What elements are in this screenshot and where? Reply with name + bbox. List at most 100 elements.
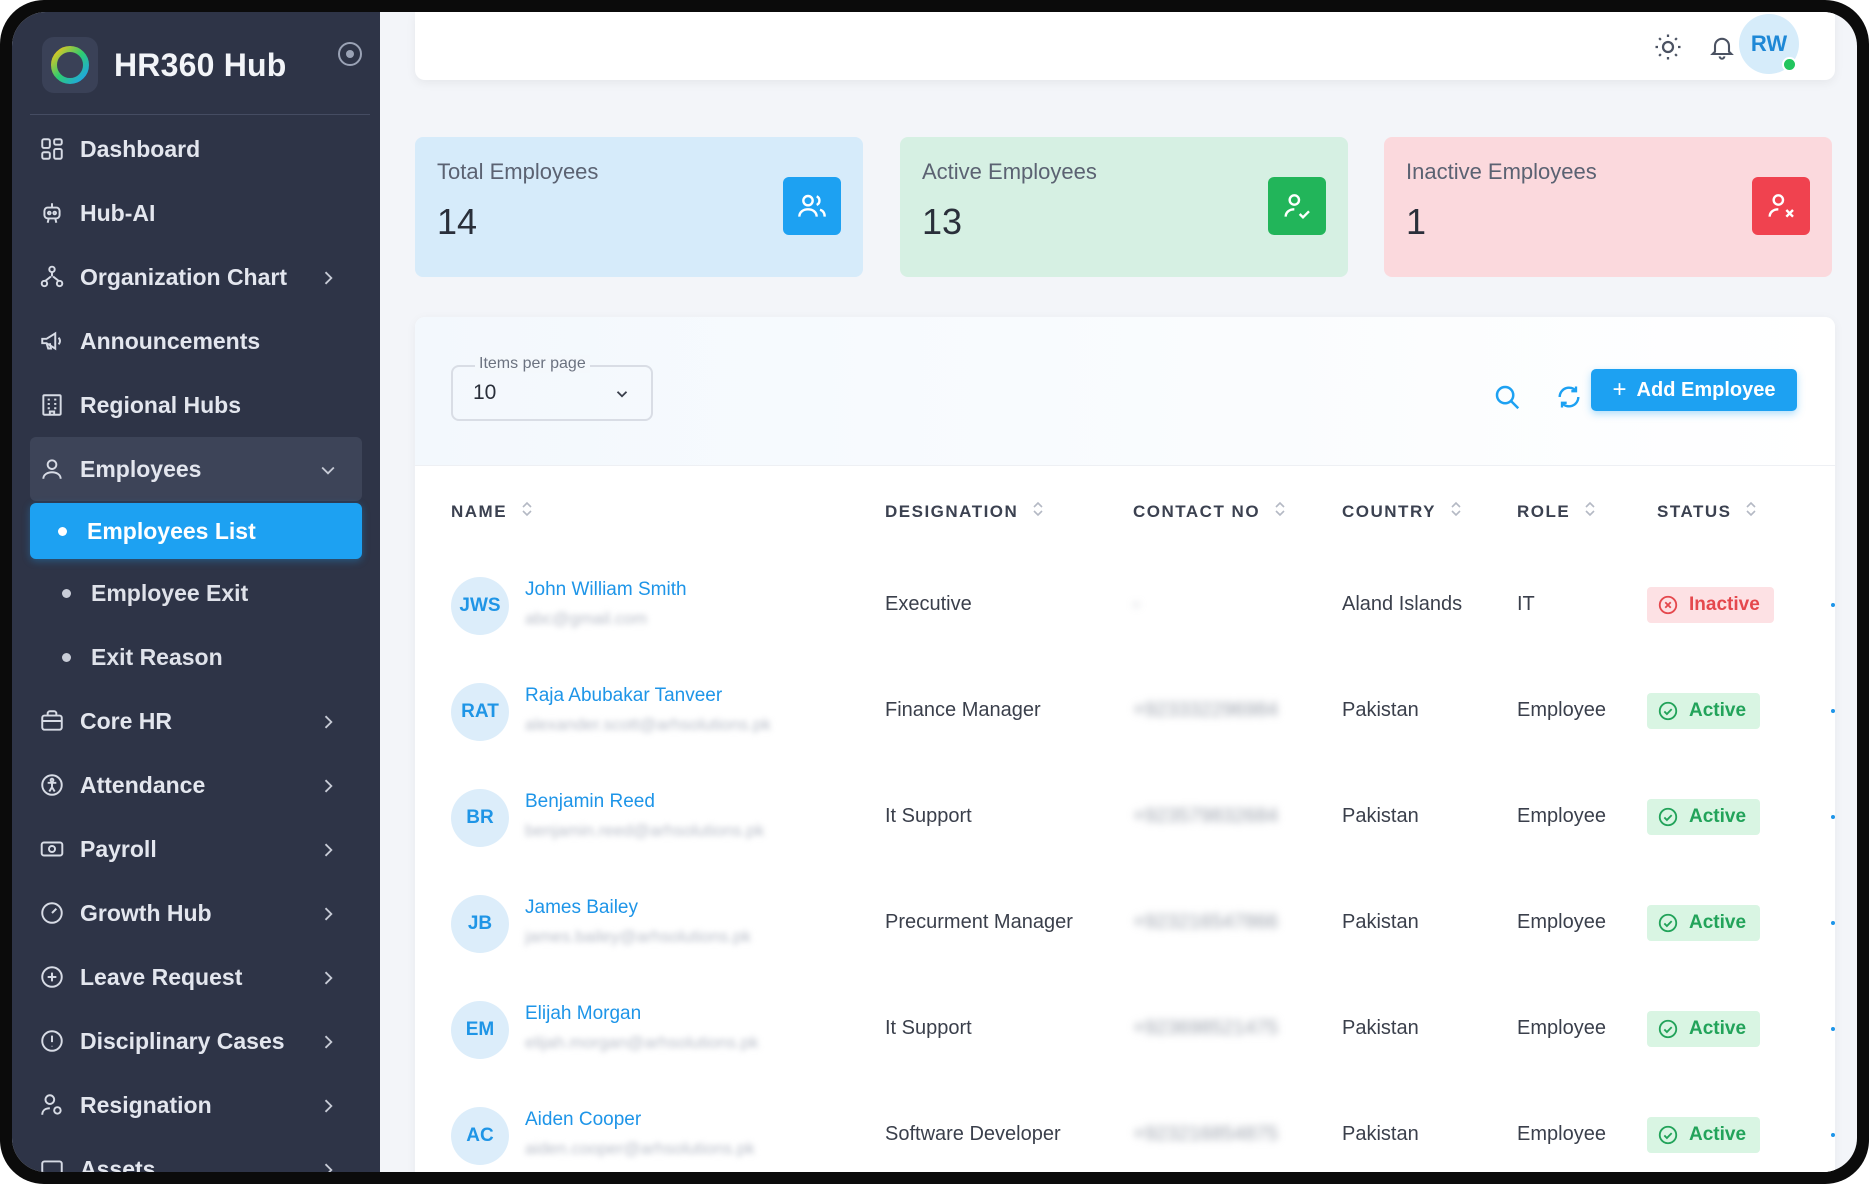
employee-name-link[interactable]: Benjamin Reed: [525, 791, 655, 813]
contact-cell: +923698521475: [1133, 1017, 1279, 1039]
employee-email: abc@gmail.com: [525, 609, 648, 628]
status-badge: Active: [1647, 1011, 1761, 1047]
role-cell: Employee: [1517, 699, 1606, 721]
refresh-icon[interactable]: [1552, 380, 1586, 414]
check-circle-icon: [1658, 913, 1678, 933]
plus-icon: +: [1612, 376, 1627, 403]
user-check-icon: [1268, 177, 1326, 235]
sort-icon[interactable]: [1274, 500, 1286, 523]
dashboard-icon: [38, 135, 66, 163]
sidebar-item-payroll[interactable]: Payroll: [12, 817, 380, 881]
user-icon: [38, 455, 66, 483]
sidebar-item-regional-hubs[interactable]: Regional Hubs: [12, 373, 380, 437]
accessibility-icon: [38, 771, 66, 799]
column-header-country[interactable]: COUNTRY: [1342, 500, 1462, 523]
chevron-right-icon: [318, 903, 338, 930]
table-row[interactable]: JB James Bailey james.bailey@arhsolution…: [415, 869, 1835, 977]
table-row[interactable]: RAT Raja Abubakar Tanveer alexander.scot…: [415, 657, 1835, 765]
row-overflow-indicator: [1831, 815, 1835, 819]
table-toolbar: Items per page 10 + Add Employee: [415, 317, 1835, 465]
chevron-right-icon: [318, 1159, 338, 1172]
sun-icon[interactable]: [1651, 30, 1685, 64]
employee-avatar: AC: [451, 1107, 509, 1165]
employee-avatar: RAT: [451, 683, 509, 741]
items-per-page-select[interactable]: Items per page 10: [451, 355, 653, 421]
sidebar-subitem-employee-exit[interactable]: Employee Exit: [12, 561, 380, 625]
brand[interactable]: HR360 Hub: [30, 22, 375, 108]
sidebar-item-dashboard[interactable]: Dashboard: [12, 117, 380, 181]
employee-avatar: BR: [451, 789, 509, 847]
sidebar-item-attendance[interactable]: Attendance: [12, 753, 380, 817]
sort-icon[interactable]: [1745, 500, 1757, 523]
column-header-status[interactable]: STATUS: [1657, 500, 1757, 523]
search-icon[interactable]: [1490, 380, 1524, 414]
user-avatar[interactable]: RW: [1739, 14, 1799, 74]
column-header-designation[interactable]: DESIGNATION: [885, 500, 1044, 523]
stat-label: Inactive Employees: [1406, 159, 1597, 184]
sort-icon[interactable]: [1032, 500, 1044, 523]
sidebar-item-leave-request[interactable]: Leave Request: [12, 945, 380, 1009]
sidebar-item-organization-chart[interactable]: Organization Chart: [12, 245, 380, 309]
employee-name-link[interactable]: Elijah Morgan: [525, 1003, 641, 1025]
sidebar-subitem-employees-list[interactable]: Employees List: [30, 503, 362, 559]
employee-avatar: EM: [451, 1001, 509, 1059]
sidebar-item-disciplinary-cases[interactable]: Disciplinary Cases: [12, 1009, 380, 1073]
sidebar-item-employees[interactable]: Employees: [30, 437, 362, 501]
status-badge: Active: [1647, 693, 1761, 729]
user-x-icon: [1752, 177, 1810, 235]
contact-cell: +923216854875: [1133, 1123, 1279, 1145]
column-header-role[interactable]: ROLE: [1517, 500, 1596, 523]
briefcase-icon: [38, 707, 66, 735]
employee-name-link[interactable]: Aiden Cooper: [525, 1109, 641, 1131]
row-overflow-indicator: [1831, 603, 1835, 607]
sidebar-item-core-hr[interactable]: Core HR: [12, 689, 380, 753]
table-row[interactable]: EM Elijah Morgan elijah.morgan@arhsoluti…: [415, 975, 1835, 1083]
column-header-contact-no[interactable]: CONTACT NO: [1133, 500, 1286, 523]
stat-value: 1: [1406, 201, 1427, 242]
employee-email: elijah.morgan@arhsolutions.pk: [525, 1033, 759, 1052]
divider: [30, 114, 370, 115]
sort-icon[interactable]: [1450, 500, 1462, 523]
chevron-right-icon: [318, 839, 338, 866]
robot-icon: [38, 199, 66, 227]
column-header-name[interactable]: NAME: [451, 500, 533, 523]
country-cell: Pakistan: [1342, 699, 1419, 721]
sidebar-item-resignation[interactable]: Resignation: [12, 1073, 380, 1137]
sidebar-subitem-exit-reason[interactable]: Exit Reason: [12, 625, 380, 689]
employee-name-link[interactable]: Raja Abubakar Tanveer: [525, 685, 722, 707]
sort-icon[interactable]: [1584, 500, 1596, 523]
employee-email: aiden.cooper@arhsolutions.pk: [525, 1139, 755, 1158]
employee-name-link[interactable]: John William Smith: [525, 579, 687, 601]
employee-name-link[interactable]: James Bailey: [525, 897, 638, 919]
designation-cell: Software Developer: [885, 1123, 1061, 1145]
sidebar-item-growth-hub[interactable]: Growth Hub: [12, 881, 380, 945]
sidebar: HR360 Hub Dashboard Hub-AI Organization …: [12, 12, 380, 1172]
add-employee-button[interactable]: + Add Employee: [1591, 369, 1797, 411]
bell-icon[interactable]: [1705, 30, 1739, 64]
sidebar-item-label: Attendance: [80, 771, 206, 798]
brand-title: HR360 Hub: [114, 46, 287, 83]
table-row[interactable]: AC Aiden Cooper aiden.cooper@arhsolution…: [415, 1081, 1835, 1172]
employees-table-panel: Items per page 10 + Add Employee NAME DE…: [415, 317, 1835, 1172]
table-row[interactable]: BR Benjamin Reed benjamin.reed@arhsoluti…: [415, 763, 1835, 871]
sidebar-item-announcements[interactable]: Announcements: [12, 309, 380, 373]
country-cell: Pakistan: [1342, 1017, 1419, 1039]
building-icon: [38, 391, 66, 419]
sidebar-toggle-icon[interactable]: [338, 42, 362, 66]
chevron-right-icon: [318, 711, 338, 738]
sidebar-item-assets[interactable]: Assets: [12, 1137, 380, 1172]
designation-cell: Finance Manager: [885, 699, 1041, 721]
role-cell: Employee: [1517, 1123, 1606, 1145]
contact-cell: -: [1133, 593, 1140, 615]
check-circle-icon: [1658, 701, 1678, 721]
table-row[interactable]: JWS John William Smith abc@gmail.com Exe…: [415, 551, 1835, 659]
avatar-initials: RW: [1750, 31, 1788, 56]
chevron-down-icon: [613, 385, 631, 408]
users-icon: [783, 177, 841, 235]
bullet-icon: [58, 526, 67, 536]
sort-icon[interactable]: [521, 500, 533, 523]
country-cell: Aland Islands: [1342, 593, 1463, 615]
sidebar-item-hub-ai[interactable]: Hub-AI: [12, 181, 380, 245]
stat-value: 14: [437, 201, 478, 242]
sidebar-item-label: Assets: [80, 1155, 156, 1173]
